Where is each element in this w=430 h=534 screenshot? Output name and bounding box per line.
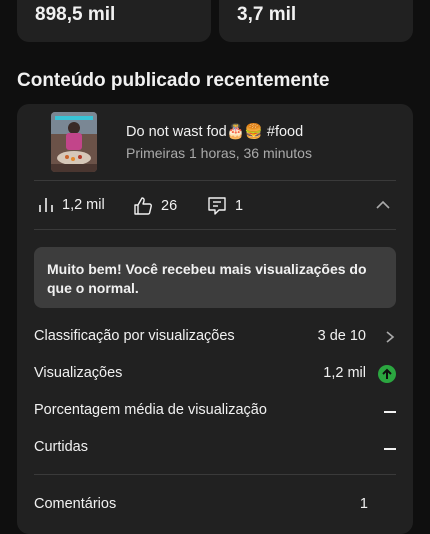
comments-count: 1 — [235, 198, 244, 214]
divider — [34, 180, 396, 181]
likes-label: Curtidas — [34, 439, 88, 455]
divider — [34, 474, 396, 475]
stat-card-left[interactable]: 898,5 mil — [17, 0, 211, 42]
avg-view-pct-row: Porcentagem média de visualização — [34, 402, 396, 424]
ranking-label: Classificação por visualizações — [34, 328, 235, 344]
video-thumbnail[interactable] — [51, 112, 97, 172]
performance-alert: Muito bem! Você recebeu mais visualizaçõ… — [34, 247, 396, 308]
chevron-right-icon — [384, 328, 396, 350]
thumbs-up-icon — [134, 197, 152, 215]
likes-count: 26 — [161, 198, 178, 214]
views-count: 1,2 mil — [62, 197, 105, 213]
stat-card-right[interactable]: 3,7 mil — [219, 0, 413, 42]
comments-value: 1 — [359, 496, 368, 512]
comments-row: Comentários 1 — [34, 496, 396, 518]
chevron-up-icon[interactable] — [375, 198, 391, 216]
no-data-dash — [384, 411, 396, 413]
comment-icon — [208, 197, 226, 215]
stat-value-left: 898,5 mil — [35, 4, 116, 25]
avg-view-pct-label: Porcentagem média de visualização — [34, 402, 267, 418]
ranking-value: 3 de 10 — [317, 328, 366, 344]
section-title: Conteúdo publicado recentemente — [17, 70, 330, 91]
views-icon — [39, 198, 53, 212]
video-publish-time: Primeiras 1 horas, 36 minutos — [126, 145, 312, 161]
likes-row: Curtidas — [34, 439, 396, 461]
views-metric: 1,2 mil — [38, 196, 105, 214]
ranking-row[interactable]: Classificação por visualizações 3 de 10 — [34, 328, 396, 350]
comments-metric: 1 — [207, 196, 243, 216]
video-title[interactable]: Do not wast fod🎂🍔 #food — [126, 123, 303, 140]
no-data-dash — [384, 448, 396, 450]
divider — [34, 229, 396, 230]
likes-metric: 26 — [133, 196, 177, 216]
recent-content-card: Do not wast fod🎂🍔 #food Primeiras 1 hora… — [17, 104, 413, 534]
comments-label: Comentários — [34, 496, 117, 512]
views-label: Visualizações — [34, 365, 123, 381]
stat-value-right: 3,7 mil — [237, 4, 297, 25]
views-value: 1,2 mil — [323, 365, 366, 381]
arrow-up-circle-icon — [378, 365, 396, 387]
views-row: Visualizações 1,2 mil — [34, 365, 396, 387]
